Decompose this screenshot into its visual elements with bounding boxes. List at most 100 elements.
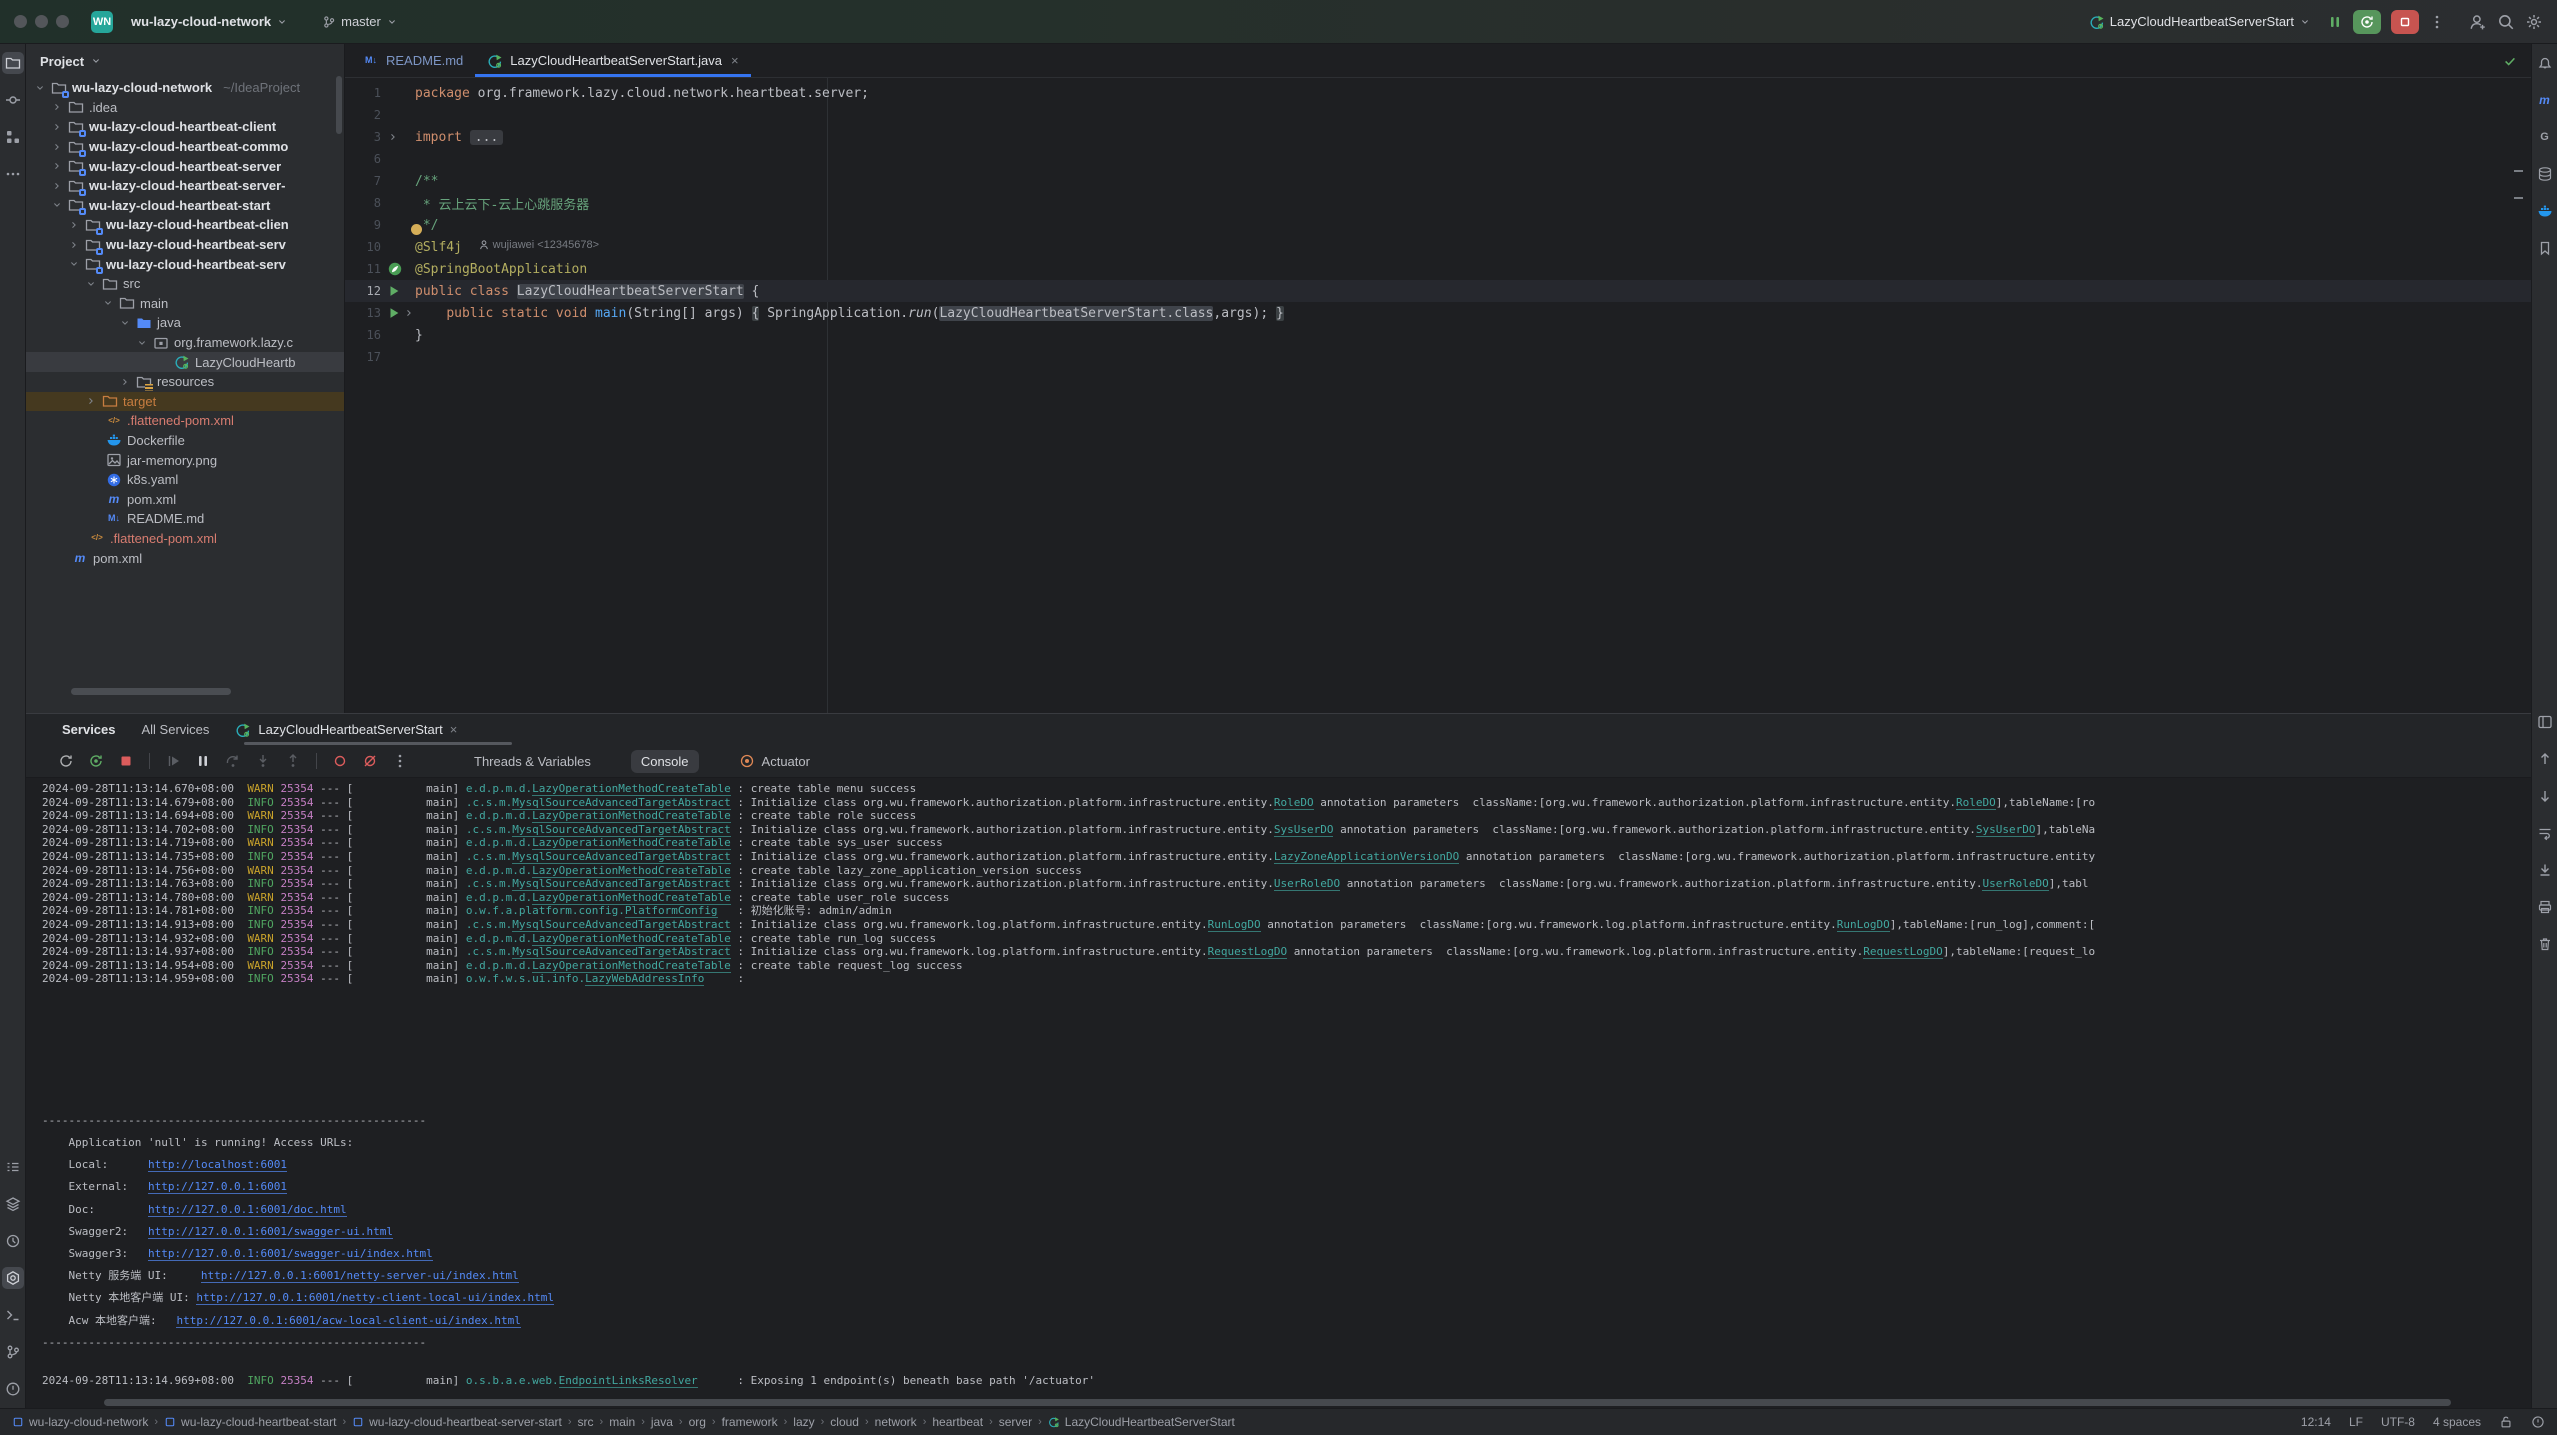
pause-button[interactable] (191, 749, 215, 773)
breadcrumb-item[interactable]: wu-lazy-cloud-heartbeat-start (164, 1415, 336, 1429)
gradle-tool[interactable]: G (2534, 126, 2556, 148)
editor-tab[interactable]: LazyCloudHeartbeatServerStart.java× (475, 44, 750, 77)
window-controls[interactable] (14, 15, 69, 28)
logger-link[interactable]: MysqlSourceAdvancedTargetAbstract (512, 850, 731, 864)
indent-size[interactable]: 4 spaces (2433, 1415, 2481, 1429)
rerun-button[interactable] (2353, 10, 2381, 34)
tree-item[interactable]: wu-lazy-cloud-heartbeat-server- (26, 176, 344, 196)
tree-item[interactable]: </>.flattened-pom.xml (26, 411, 344, 431)
logger-link[interactable]: LazyOperationMethodCreateTable (532, 782, 731, 796)
clear-console[interactable] (2534, 933, 2556, 955)
chevron-right-icon[interactable] (51, 160, 63, 172)
code-with-me-button[interactable] (2469, 13, 2487, 31)
rerun-with-update-button[interactable] (84, 749, 108, 773)
more-actions-button[interactable] (2429, 14, 2445, 30)
debugger-view-tab[interactable]: Actuator (729, 749, 820, 773)
minimize-window-icon[interactable] (35, 15, 48, 28)
logger-link[interactable]: MysqlSourceAdvancedTargetAbstract (512, 796, 731, 810)
scroll-up[interactable] (2534, 748, 2556, 770)
tree-item[interactable]: LazyCloudHeartb (26, 352, 344, 372)
step-into-button[interactable] (251, 749, 275, 773)
problems-tool[interactable] (2, 1378, 24, 1400)
step-out-button[interactable] (281, 749, 305, 773)
chevron-right-icon[interactable] (85, 395, 97, 407)
project-panel-header[interactable]: Project (26, 44, 344, 78)
project-tool[interactable] (2, 52, 24, 74)
branch-widget[interactable]: master (316, 10, 404, 33)
view-breakpoints-button[interactable] (328, 749, 352, 773)
logger-link[interactable]: LazyOperationMethodCreateTable (532, 932, 731, 946)
tree-item[interactable]: wu-lazy-cloud-heartbeat-clien (26, 215, 344, 235)
breadcrumb-item[interactable]: wu-lazy-cloud-heartbeat-server-start (352, 1415, 562, 1429)
chevron-down-icon[interactable] (102, 297, 114, 309)
chevron-down-icon[interactable] (68, 258, 80, 270)
spring-bean-icon[interactable] (387, 261, 403, 277)
breadcrumb-item[interactable]: main (609, 1415, 635, 1429)
tree-vertical-scrollbar[interactable] (336, 76, 342, 134)
chevron-down-icon[interactable] (51, 199, 63, 211)
fold-icon[interactable] (403, 307, 415, 319)
scroll-down[interactable] (2534, 785, 2556, 807)
line-separator[interactable]: LF (2349, 1415, 2363, 1429)
tree-item[interactable]: Dockerfile (26, 431, 344, 451)
terminal-tool[interactable] (2, 1304, 24, 1326)
tree-item[interactable]: target (26, 392, 344, 412)
search-everywhere-button[interactable] (2497, 13, 2515, 31)
tree-item[interactable]: wu-lazy-cloud-heartbeat-serv (26, 235, 344, 255)
url-link[interactable]: http://127.0.0.1:6001/acw-local-client-u… (176, 1314, 520, 1328)
debugger-view-tab[interactable]: Console (631, 750, 699, 773)
tree-item[interactable]: M↓README.md (26, 509, 344, 529)
logger-link[interactable]: LazyOperationMethodCreateTable (532, 836, 731, 850)
logger-link[interactable]: MysqlSourceAdvancedTargetAbstract (512, 823, 731, 837)
class-link[interactable]: LazyZoneApplicationVersionDO (1274, 850, 1459, 864)
chevron-down-icon[interactable] (136, 337, 148, 349)
tree-item[interactable]: wu-lazy-cloud-heartbeat-commo (26, 137, 344, 157)
debugger-view-tab[interactable]: Threads & Variables (464, 750, 601, 773)
tree-item[interactable]: jar-memory.png (26, 450, 344, 470)
services-tab[interactable]: LazyCloudHeartbeatServerStart× (235, 722, 457, 738)
run-line-icon[interactable] (387, 306, 401, 320)
chevron-down-icon[interactable] (119, 317, 131, 329)
todo-tool[interactable] (2, 1156, 24, 1178)
breadcrumb-item[interactable]: lazy (793, 1415, 814, 1429)
tree-item[interactable]: wu-lazy-cloud-heartbeat-client (26, 117, 344, 137)
tree-item[interactable]: </>.flattened-pom.xml (26, 529, 344, 549)
class-link[interactable]: SysUserDO (1274, 823, 1334, 837)
chevron-right-icon[interactable] (51, 180, 63, 192)
scroll-to-end[interactable] (2534, 859, 2556, 881)
mute-breakpoints-button[interactable] (358, 749, 382, 773)
layout-settings[interactable] (2534, 711, 2556, 733)
chevron-right-icon[interactable] (51, 121, 63, 133)
breadcrumb-item[interactable]: org (689, 1415, 706, 1429)
class-link[interactable]: RequestLogDO (1208, 945, 1287, 959)
close-window-icon[interactable] (14, 15, 27, 28)
tree-item[interactable]: k8s.yaml (26, 470, 344, 490)
class-link[interactable]: RunLogDO (1208, 918, 1261, 932)
chevron-right-icon[interactable] (51, 101, 63, 113)
chevron-right-icon[interactable] (68, 239, 80, 251)
commit-tool[interactable] (2, 89, 24, 111)
notifications-status-icon[interactable] (2531, 1415, 2545, 1429)
more-tool-windows[interactable] (2, 163, 24, 185)
logger-link[interactable]: LazyOperationMethodCreateTable (532, 959, 731, 973)
url-link[interactable]: http://127.0.0.1:6001/doc.html (148, 1203, 347, 1217)
chevron-down-icon[interactable] (34, 82, 46, 94)
version-control-tool[interactable] (2, 1341, 24, 1363)
services-panel-title[interactable]: Services (62, 722, 116, 737)
intention-bulb-icon[interactable] (411, 224, 422, 235)
tree-item[interactable]: wu-lazy-cloud-heartbeat-serv (26, 254, 344, 274)
stop-button[interactable] (2391, 10, 2419, 34)
class-link[interactable]: RunLogDO (1837, 918, 1890, 932)
services-tool[interactable] (2, 1267, 24, 1289)
soft-wrap[interactable] (2534, 822, 2556, 844)
bookmarks-tool[interactable] (2534, 237, 2556, 259)
tree-item[interactable]: resources (26, 372, 344, 392)
logger-link[interactable]: LazyWebAddressInfo (585, 972, 704, 986)
chevron-right-icon[interactable] (119, 376, 131, 388)
file-encoding[interactable]: UTF-8 (2381, 1415, 2415, 1429)
structure-tool[interactable] (2, 126, 24, 148)
tree-item[interactable]: wu-lazy-cloud-heartbeat-start (26, 196, 344, 216)
breadcrumb-item[interactable]: LazyCloudHeartbeatServerStart (1048, 1415, 1235, 1429)
unlock-icon[interactable] (2499, 1415, 2513, 1429)
chevron-right-icon[interactable] (68, 219, 80, 231)
